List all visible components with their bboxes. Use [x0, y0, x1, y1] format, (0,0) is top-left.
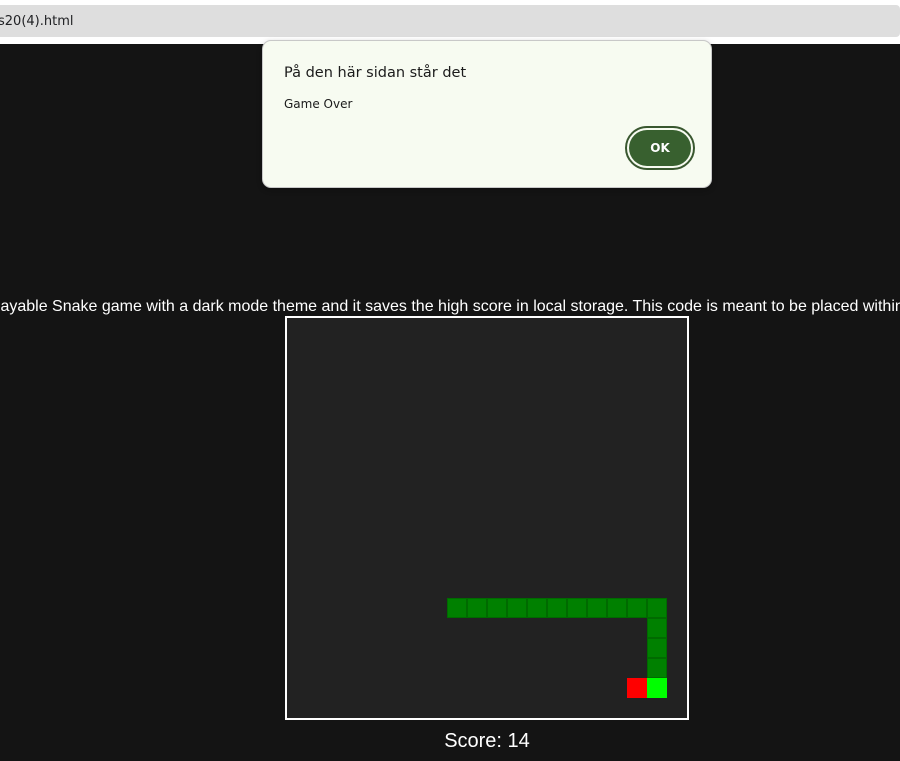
ok-button-focus-ring: OK [625, 126, 695, 170]
snake-body-segment [567, 598, 587, 618]
snake-body-segment [507, 598, 527, 618]
dialog-title: På den här sidan står det [284, 65, 467, 81]
snake-body-segment [647, 638, 667, 658]
address-bar[interactable]: s20(4).html [0, 5, 900, 37]
snake-body-segment [647, 598, 667, 618]
address-bar-url[interactable]: s20(4).html [0, 14, 73, 29]
snake-body-segment [527, 598, 547, 618]
snake-body-segment [627, 598, 647, 618]
dialog-message: Game Over [284, 97, 353, 111]
snake-body-segment [647, 618, 667, 638]
game-board[interactable] [285, 316, 689, 720]
score-display: Score: 14 [444, 730, 530, 752]
snake-body-segment [587, 598, 607, 618]
snake-body-segment [647, 658, 667, 678]
snake-body-segment [467, 598, 487, 618]
snake-body-segment [607, 598, 627, 618]
food-item [627, 678, 647, 698]
alert-dialog: På den här sidan står det Game Over OK [262, 40, 712, 188]
ok-button[interactable]: OK [629, 130, 691, 166]
intro-text: playable Snake game with a dark mode the… [0, 298, 900, 315]
snake-body-segment [487, 598, 507, 618]
snake-head [647, 678, 667, 698]
browser-toolbar: s20(4).html [0, 0, 900, 44]
snake-body-segment [547, 598, 567, 618]
snake-body-segment [447, 598, 467, 618]
